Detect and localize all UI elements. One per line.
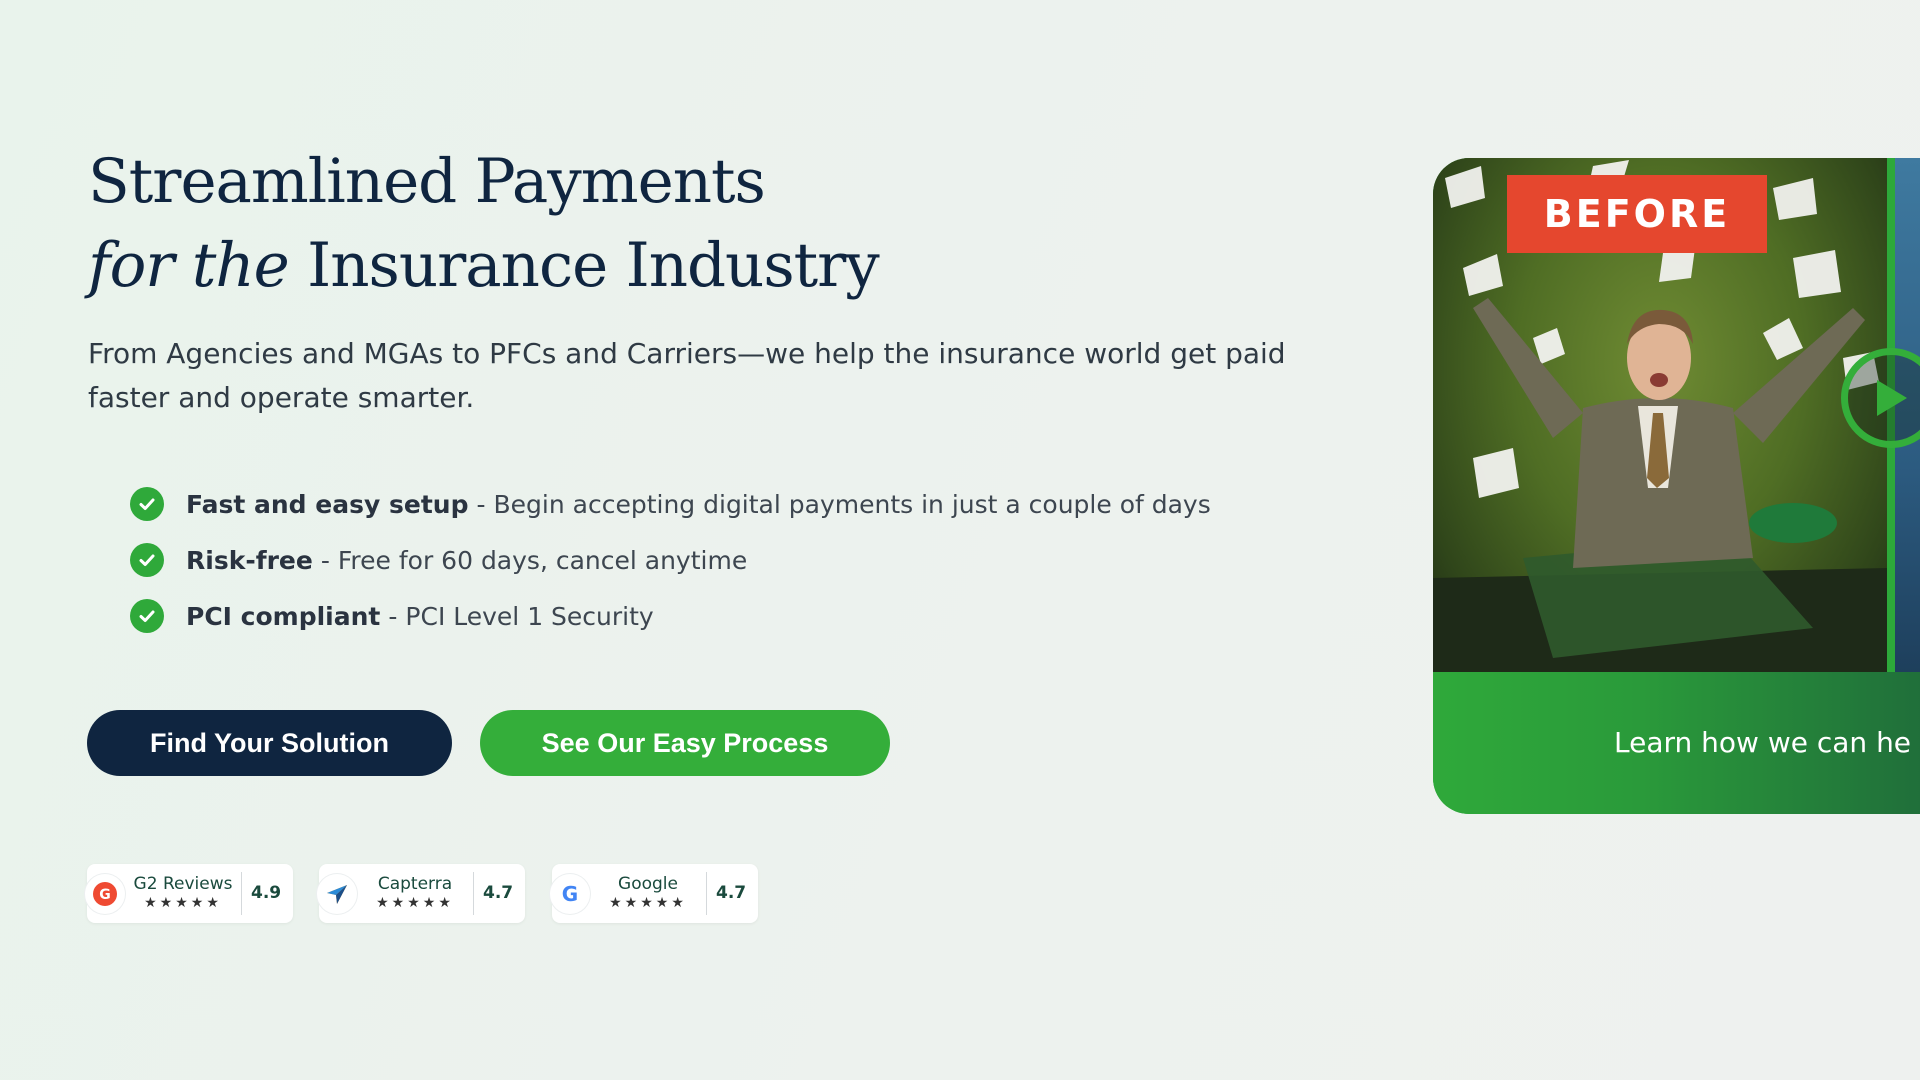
feature-description: Begin accepting digital payments in just… bbox=[493, 489, 1211, 519]
hero-subtitle: From Agencies and MGAs to PFCs and Carri… bbox=[88, 337, 1286, 414]
star-rating-icon: ★★★★★ bbox=[376, 895, 454, 911]
video-carousel-card[interactable]: BEFORE Learn how we can he bbox=[1433, 158, 1920, 814]
star-rating-icon: ★★★★★ bbox=[144, 895, 222, 911]
hero-title-line-1: Streamlined Payments bbox=[88, 146, 766, 217]
review-name: Capterra bbox=[377, 874, 453, 894]
check-circle-icon bbox=[130, 599, 164, 633]
feature-separator: - bbox=[320, 545, 330, 575]
play-icon bbox=[1877, 380, 1907, 416]
feature-item: Risk-free - Free for 60 days, cancel anyti… bbox=[130, 532, 1211, 588]
g2-review-badge[interactable]: G G2 Reviews ★★★★★ 4.9 bbox=[85, 864, 293, 923]
google-logo-icon: G bbox=[550, 873, 590, 914]
feature-list: Fast and easy setup - Begin accepting digi… bbox=[130, 476, 1211, 644]
before-badge: BEFORE bbox=[1507, 175, 1767, 253]
g2-logo-icon: G bbox=[85, 873, 125, 914]
hero-title-italic: for the bbox=[88, 230, 290, 301]
feature-item: PCI compliant - PCI Level 1 Security bbox=[130, 588, 1211, 644]
svg-text:G: G bbox=[99, 887, 111, 903]
feature-description: Free for 60 days, cancel anytime bbox=[337, 545, 748, 575]
video-thumbnail[interactable]: BEFORE bbox=[1433, 158, 1887, 672]
review-score: 4.7 bbox=[716, 883, 747, 903]
star-rating-icon: ★★★★★ bbox=[609, 895, 687, 911]
capterra-review-badge[interactable]: Capterra ★★★★★ 4.7 bbox=[317, 864, 525, 923]
google-review-badge[interactable]: G Google ★★★★★ 4.7 bbox=[550, 864, 758, 923]
review-score: 4.7 bbox=[483, 883, 514, 903]
g2-review-info: G2 Reviews ★★★★★ bbox=[132, 874, 234, 912]
video-caption-text: Learn how we can he bbox=[1614, 726, 1912, 759]
hero-title-industry: Insurance Industry bbox=[307, 230, 880, 301]
feature-description: PCI Level 1 Security bbox=[405, 601, 654, 631]
hero-title: Streamlined Payments for the Insurance I… bbox=[88, 140, 880, 308]
hero-title-line-2: for the Insurance Industry bbox=[88, 224, 880, 308]
feature-title: Fast and easy setup bbox=[186, 489, 469, 519]
badge-divider bbox=[706, 872, 707, 915]
svg-text:G: G bbox=[562, 882, 578, 906]
capterra-review-info: Capterra ★★★★★ bbox=[364, 874, 466, 912]
badge-divider bbox=[473, 872, 474, 915]
check-circle-icon bbox=[130, 487, 164, 521]
google-review-info: Google ★★★★★ bbox=[597, 874, 699, 912]
review-name: G2 Reviews bbox=[133, 874, 233, 894]
hero-section: Streamlined Payments for the Insurance I… bbox=[0, 0, 1920, 1080]
feature-title: Risk-free bbox=[186, 545, 313, 575]
review-name: Google bbox=[618, 874, 678, 894]
video-caption-bar: Learn how we can he bbox=[1433, 672, 1920, 814]
capterra-logo-icon bbox=[317, 873, 357, 914]
feature-separator: - bbox=[388, 601, 398, 631]
find-your-solution-button[interactable]: Find Your Solution bbox=[87, 710, 452, 776]
feature-separator: - bbox=[476, 489, 486, 519]
feature-title: PCI compliant bbox=[186, 601, 381, 631]
check-circle-icon bbox=[130, 543, 164, 577]
review-score: 4.9 bbox=[251, 883, 282, 903]
see-our-easy-process-button[interactable]: See Our Easy Process bbox=[480, 710, 890, 776]
badge-divider bbox=[241, 872, 242, 915]
feature-item: Fast and easy setup - Begin accepting digi… bbox=[130, 476, 1211, 532]
